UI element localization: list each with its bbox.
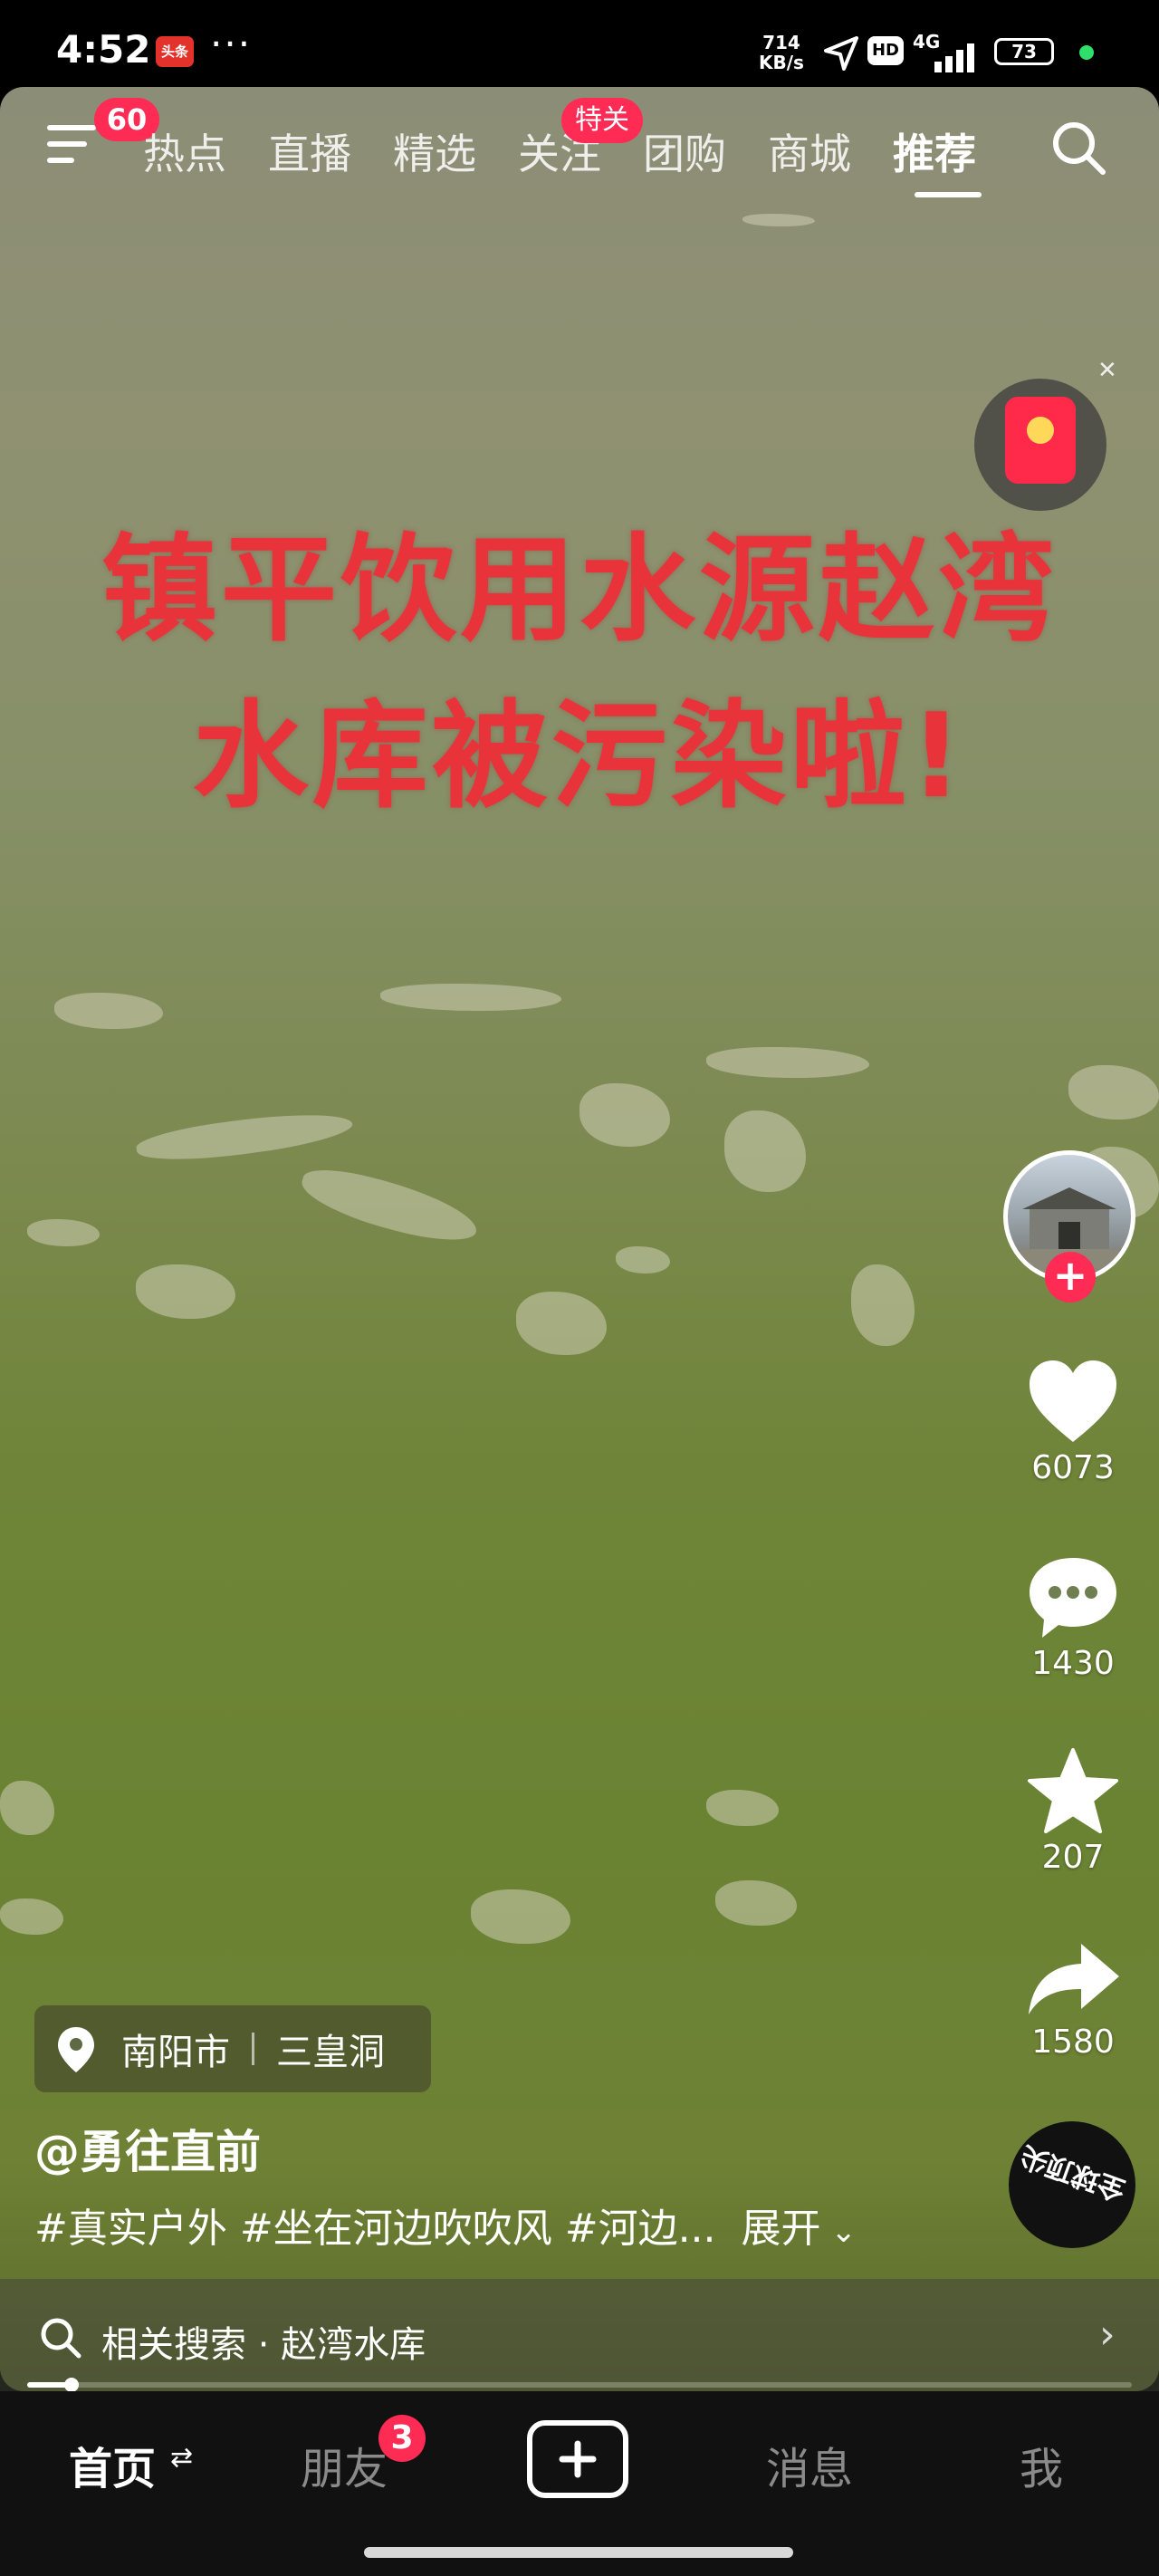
like-button[interactable]: 6073 [1014, 1359, 1132, 1486]
create-button[interactable] [527, 2420, 628, 2498]
expand-label: 展开 [741, 2206, 821, 2252]
nav-me[interactable]: 我 [1020, 2433, 1063, 2496]
location-pin-icon [58, 2027, 94, 2072]
toutiao-app-icon: 头条 [156, 36, 194, 67]
red-packet-seal [1027, 417, 1054, 444]
overlay-line-2: 水库被污染啦! [192, 689, 967, 824]
tab-hot[interactable]: 热点 [143, 121, 226, 178]
expand-button[interactable]: 展开 ⌄ [742, 2206, 857, 2252]
swap-icon: ⇄ [170, 2442, 194, 2474]
search-icon [41, 2318, 81, 2359]
search-icon[interactable] [1049, 118, 1108, 178]
network-speed-value: 714 [762, 32, 800, 53]
favorite-count: 207 [1041, 1839, 1105, 1876]
menu-icon [47, 125, 96, 130]
caption-text: #真实户外 #坐在河边吹吹风 #河边... [34, 2206, 716, 2252]
location-arrow-icon [824, 36, 858, 71]
home-indicator[interactable] [364, 2547, 793, 2558]
heart-icon [1030, 1360, 1116, 1442]
nav-friends[interactable]: 朋友 [301, 2433, 388, 2496]
status-time: 4:52 [56, 27, 151, 72]
status-dot [1079, 45, 1094, 60]
video-overlay-text: 镇平饮用水源赵湾 水库被污染啦! [0, 507, 1159, 841]
share-arrow-icon [1029, 1944, 1119, 2014]
network-speed-unit: KB/s [759, 52, 804, 73]
plus-icon [559, 2440, 597, 2478]
location-city: 南阳市 [121, 2032, 230, 2073]
comment-button[interactable]: 1430 [1014, 1554, 1132, 1682]
video-progress-track[interactable] [27, 2382, 1132, 2388]
more-notifications-icon: ··· [210, 22, 253, 66]
menu-button[interactable] [47, 118, 101, 172]
comment-count: 1430 [1031, 1645, 1115, 1682]
signal-icon [934, 43, 974, 72]
comment-icon [1030, 1558, 1116, 1638]
follow-button[interactable]: + [1045, 1252, 1096, 1302]
tab-group-buy[interactable]: 团购 [643, 121, 726, 178]
share-button[interactable]: 1580 [1014, 1938, 1132, 2061]
location-chip[interactable]: 南阳市 三皇洞 [34, 2005, 431, 2092]
video-caption[interactable]: #真实户外 #坐在河边吹吹风 #河边... 展开 ⌄ [34, 2196, 857, 2254]
related-search-text: 相关搜索 · 赵湾水库 [101, 2324, 426, 2366]
close-icon[interactable]: ✕ [1097, 357, 1117, 384]
friends-badge: 3 [378, 2415, 426, 2462]
location-place: 三皇洞 [276, 2032, 385, 2073]
tab-featured[interactable]: 精选 [393, 121, 476, 178]
chevron-right-icon: › [1099, 2312, 1116, 2358]
favorite-button[interactable]: 207 [1014, 1746, 1132, 1876]
network-speed: 714 KB/s [759, 33, 804, 72]
location-separator [252, 2033, 254, 2065]
star-icon [1028, 1748, 1118, 1833]
nav-home[interactable]: 首页 [69, 2433, 156, 2496]
author-name[interactable]: @勇往直前 [34, 2116, 261, 2181]
chevron-down-icon: ⌄ [820, 2214, 857, 2250]
tab-live[interactable]: 直播 [268, 121, 351, 178]
hd-icon: HD [867, 36, 904, 65]
nav-messages[interactable]: 消息 [766, 2433, 853, 2496]
like-count: 6073 [1031, 1449, 1115, 1486]
tab-mall[interactable]: 商城 [768, 121, 851, 178]
active-tab-indicator [915, 192, 982, 197]
video-progress-handle[interactable] [64, 2378, 79, 2392]
overlay-line-1: 镇平饮用水源赵湾 [101, 523, 1058, 658]
share-count: 1580 [1031, 2023, 1115, 2061]
following-badge: 特关 [561, 98, 643, 143]
battery-icon: 73 [994, 38, 1054, 65]
tab-recommended[interactable]: 推荐 [893, 121, 976, 178]
